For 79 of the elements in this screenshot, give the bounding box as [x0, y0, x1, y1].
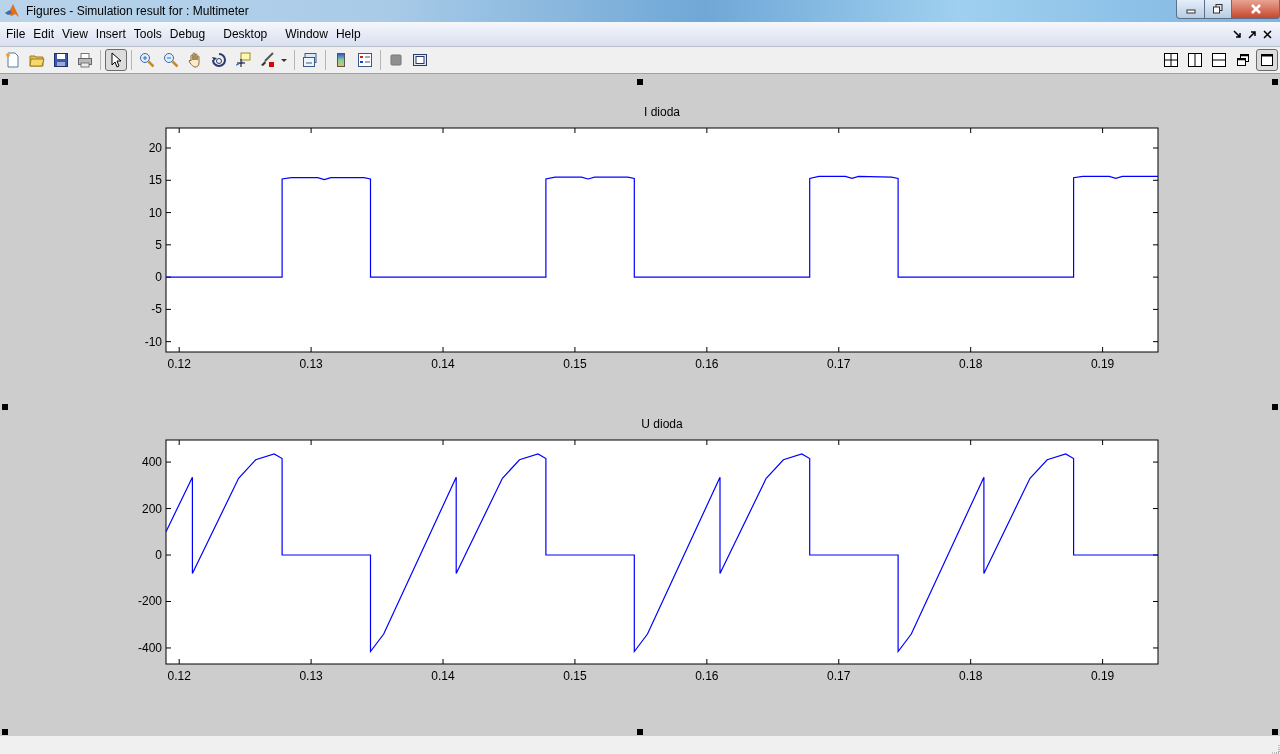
selection-handle[interactable] [637, 79, 643, 85]
menu-item[interactable]: View [58, 25, 92, 43]
chart-title: I dioda [644, 105, 680, 119]
new-file-icon [5, 52, 21, 68]
close-icon [1249, 4, 1262, 14]
selection-handle[interactable] [2, 404, 8, 410]
x-tick-label: 0.18 [959, 357, 983, 371]
minimize-button[interactable] [1176, 0, 1205, 19]
x-tick-label: 0.15 [563, 669, 587, 683]
brush-icon [259, 52, 275, 68]
toolbar-button[interactable] [105, 49, 127, 71]
menu-item[interactable]: Window [281, 25, 332, 43]
rotate-icon [211, 52, 227, 68]
y-tick-label: 5 [155, 237, 162, 252]
x-tick-label: 0.14 [431, 669, 455, 683]
close-button[interactable] [1232, 0, 1280, 19]
y-tick-label: 0 [155, 548, 162, 562]
maximize-icon [1259, 52, 1275, 68]
legend-icon [357, 52, 373, 68]
menu-item[interactable]: Debug [165, 25, 210, 43]
restore-icon [1213, 4, 1223, 14]
x-tick-label: 0.15 [563, 357, 587, 371]
dock-arrow-icon[interactable] [1233, 29, 1242, 39]
x-tick-label: 0.16 [695, 669, 719, 683]
square-icon [388, 52, 404, 68]
linked-plot-icon [302, 52, 318, 68]
undock-arrow-icon[interactable] [1248, 29, 1257, 39]
y-tick-label: -400 [137, 640, 162, 655]
app-logo-icon [4, 3, 20, 19]
window-title: Figures - Simulation result for : Multimeter [26, 4, 249, 18]
y-tick-label: 15 [148, 173, 162, 188]
y-tick-label: -200 [137, 594, 162, 609]
selection-handle[interactable] [2, 79, 8, 85]
x-tick-label: 0.17 [827, 669, 851, 683]
x-tick-label: 0.14 [431, 357, 455, 371]
menu-item[interactable]: File [2, 25, 30, 43]
x-tick-label: 0.12 [167, 669, 191, 683]
menu-item[interactable]: Desktop [219, 25, 272, 43]
menu-item[interactable]: Insert [91, 25, 130, 43]
selection-handle[interactable] [1272, 404, 1278, 410]
folder-icon [29, 52, 45, 68]
printer-icon [77, 52, 93, 68]
x-tick-label: 0.12 [167, 357, 191, 371]
y-tick-label: 10 [148, 205, 162, 220]
hand-icon [187, 52, 203, 68]
y-tick-label: -10 [144, 334, 162, 349]
y-tick-label: 200 [141, 501, 162, 516]
menu-item[interactable]: Help [331, 25, 365, 43]
zoom-in-icon [139, 52, 155, 68]
toolbar-button[interactable] [1256, 49, 1278, 71]
x-tick-label: 0.16 [695, 357, 719, 371]
close-icon[interactable] [1263, 29, 1272, 39]
menu-item[interactable]: Edit [29, 25, 59, 43]
x-tick-label: 0.17 [827, 357, 851, 371]
x-tick-label: 0.13 [299, 669, 323, 683]
x-tick-label: 0.19 [1090, 357, 1115, 371]
cursor-arrow-icon [108, 52, 124, 68]
y-tick-label: 20 [148, 141, 162, 155]
save-icon [53, 52, 69, 68]
y-tick-label: -5 [151, 302, 162, 317]
tile-grid-icon [1163, 52, 1179, 68]
zoom-out-icon [163, 52, 179, 68]
chart-title: U dioda [641, 417, 683, 431]
restore-windows-icon [1235, 52, 1251, 68]
tile-rows-icon [1211, 52, 1227, 68]
selection-handle[interactable] [1272, 729, 1278, 735]
x-tick-label: 0.18 [959, 669, 983, 683]
restore-button[interactable] [1205, 0, 1232, 19]
menu-item[interactable]: Tools [129, 25, 166, 43]
tile-columns-icon [1187, 52, 1203, 68]
y-tick-label: 0 [155, 270, 162, 285]
x-tick-label: 0.19 [1090, 669, 1115, 683]
selection-handle[interactable] [2, 729, 8, 735]
selection-handle[interactable] [1272, 79, 1278, 85]
data-cursor-icon [235, 52, 251, 68]
y-tick-label: 400 [141, 455, 162, 470]
selection-handle[interactable] [637, 729, 643, 735]
plot-tools-icon [412, 52, 428, 68]
x-tick-label: 0.13 [299, 357, 323, 371]
